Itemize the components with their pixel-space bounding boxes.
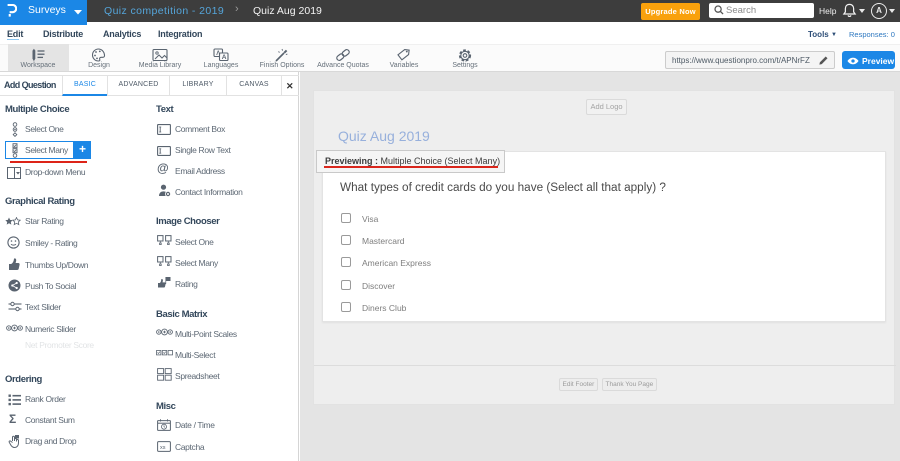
- svg-text:xs: xs: [160, 445, 166, 451]
- svg-text:A: A: [222, 54, 227, 61]
- svg-text:Λ: Λ: [216, 51, 220, 57]
